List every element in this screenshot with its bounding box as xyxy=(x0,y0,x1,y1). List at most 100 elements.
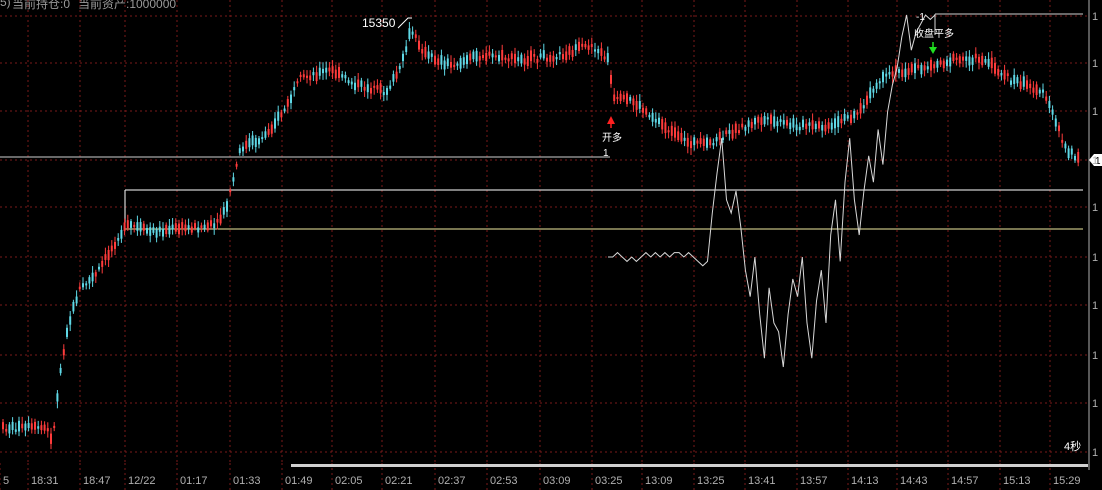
candle-body xyxy=(533,54,536,57)
candle-body xyxy=(955,57,958,60)
candle-body xyxy=(226,201,228,212)
candle-body xyxy=(510,53,513,60)
candle-body xyxy=(325,67,328,73)
candle-body xyxy=(946,59,948,66)
candle-body xyxy=(920,64,923,75)
candle-body xyxy=(408,28,411,39)
candle-body xyxy=(520,54,523,64)
candle-body xyxy=(901,69,904,77)
candle-body xyxy=(251,135,254,146)
candle-body xyxy=(648,114,651,118)
candle-body xyxy=(539,53,542,58)
candle-body xyxy=(942,60,945,69)
candle-body xyxy=(766,117,769,120)
candle-body xyxy=(331,66,334,74)
candle-body xyxy=(923,65,926,71)
candle-body xyxy=(59,367,62,374)
candle-body xyxy=(926,66,929,70)
candle-body xyxy=(824,124,827,132)
candle-body xyxy=(907,68,910,75)
candle-body xyxy=(651,112,654,122)
candle-body xyxy=(827,122,830,129)
candle-body xyxy=(277,111,280,121)
price-chart[interactable]: 15350 开多 1 -1 收盘平多 1 4秒 1 1 1 1 1 1 1 1 1 1 5 18:31 18:47 1… xyxy=(0,0,1102,490)
candle-body xyxy=(235,163,238,167)
candle-body xyxy=(85,283,88,286)
candle-body xyxy=(853,110,856,119)
y-tick-label: 1 xyxy=(1092,202,1098,214)
candle-body xyxy=(197,227,200,233)
x-tick-label: 14:57 xyxy=(951,475,979,487)
candle-body xyxy=(101,260,104,267)
candle-body xyxy=(94,272,97,277)
candle-body xyxy=(981,55,984,66)
candle-body xyxy=(190,226,193,233)
candle-body xyxy=(715,137,718,142)
candle-body xyxy=(837,116,840,128)
candle-body xyxy=(184,224,187,232)
candle-body xyxy=(629,97,632,101)
candle-body xyxy=(162,228,164,237)
candle-body xyxy=(798,126,801,131)
candle-body xyxy=(1035,84,1038,96)
candle-body xyxy=(558,52,561,55)
candle-body xyxy=(530,50,532,62)
buy-signal-label: 开多 xyxy=(602,131,622,144)
candle-body xyxy=(174,223,177,232)
candle-body xyxy=(1006,73,1009,77)
candle-body xyxy=(270,124,273,134)
candle-body xyxy=(789,122,792,130)
candle-body xyxy=(219,214,222,224)
candle-body xyxy=(574,44,577,51)
candle-body xyxy=(18,420,20,432)
candle-body xyxy=(398,66,401,70)
candle-body xyxy=(178,223,180,235)
candle-body xyxy=(917,64,920,69)
candle-body xyxy=(267,128,270,135)
candle-body xyxy=(971,57,974,65)
candle-body xyxy=(341,74,344,78)
candle-body xyxy=(517,57,520,62)
peak-price-label: 15350 xyxy=(362,16,396,30)
candle-body xyxy=(200,225,203,228)
candle-body xyxy=(152,227,155,233)
candle-body xyxy=(43,424,46,431)
candle-body xyxy=(683,137,686,141)
candle-body xyxy=(987,58,990,67)
candle-body xyxy=(139,222,142,232)
candle-body xyxy=(536,58,539,63)
y-tick-label: 1 xyxy=(1092,155,1098,167)
candle-body xyxy=(818,121,820,129)
candle-body xyxy=(731,129,734,139)
x-tick-label: 13:25 xyxy=(697,475,725,487)
annotations-layer: 15350 开多 1 -1 收盘平多 1 4秒 xyxy=(362,12,1102,453)
candle-body xyxy=(603,56,606,60)
x-tick-label: 14:13 xyxy=(851,475,879,487)
candle-body xyxy=(734,123,737,133)
candle-body xyxy=(888,72,891,75)
candle-body xyxy=(296,81,299,84)
candle-body xyxy=(446,58,449,67)
candle-body xyxy=(747,120,750,127)
candle-body xyxy=(1051,109,1054,115)
candle-body xyxy=(600,48,603,56)
candle-body xyxy=(610,74,612,84)
buy-signal-arrow xyxy=(607,116,615,124)
candle-body xyxy=(606,53,609,63)
candle-body xyxy=(523,58,526,65)
candle-body xyxy=(718,131,721,140)
candle-body xyxy=(344,74,347,79)
candle-body xyxy=(299,74,302,78)
candle-body xyxy=(469,53,472,61)
candle-body xyxy=(904,68,907,78)
candle-body xyxy=(962,56,964,61)
candle-body xyxy=(754,117,756,125)
candle-body xyxy=(587,45,590,50)
candle-body xyxy=(456,63,459,66)
candle-body xyxy=(248,138,251,148)
candle-body xyxy=(578,41,580,52)
candle-body xyxy=(232,177,235,182)
candle-body xyxy=(549,54,552,62)
candle-body xyxy=(2,422,4,430)
candle-body xyxy=(146,227,148,234)
